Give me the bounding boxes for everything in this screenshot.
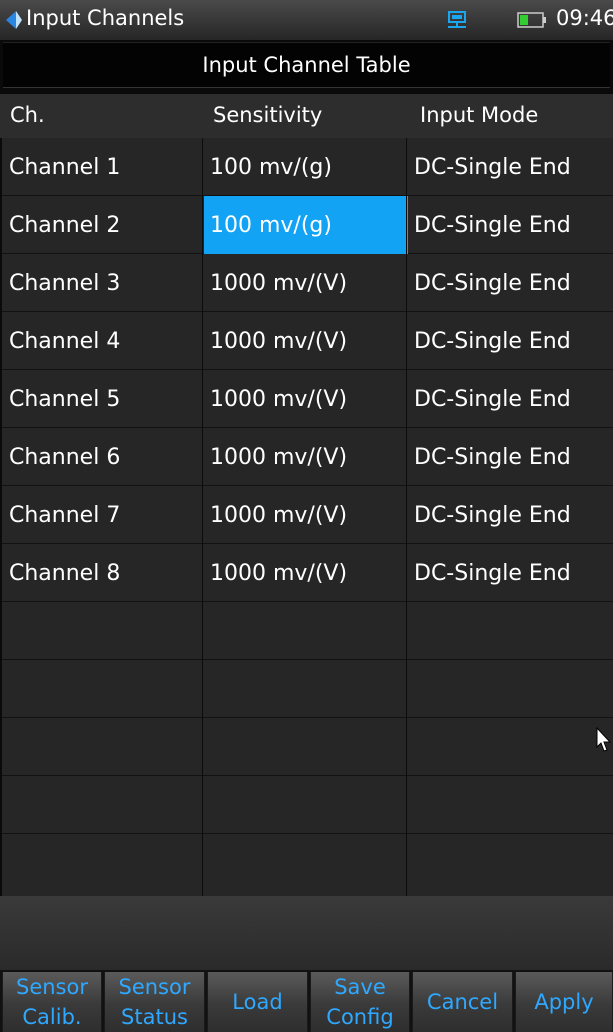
save-config-button[interactable]: Save Config (310, 972, 410, 1032)
column-header-channel: Ch. (10, 103, 45, 127)
softkey-label-line2: Config (326, 1005, 394, 1029)
content-footer-area (0, 896, 613, 970)
input-mode-cell[interactable]: DC-Single End (408, 428, 613, 486)
empty-table-row (2, 718, 613, 776)
channel-cell[interactable]: Channel 5 (2, 370, 203, 428)
app-title: Input Channels (26, 6, 185, 30)
table-row[interactable]: Channel 5 1000 mv/(V) DC-Single End (2, 370, 613, 428)
input-mode-cell[interactable]: DC-Single End (408, 544, 613, 602)
column-header-input-mode: Input Mode (420, 103, 539, 127)
softkey-label-line1: Sensor (16, 975, 88, 999)
apply-button[interactable]: Apply (515, 972, 613, 1032)
sensitivity-cell[interactable]: 1000 mv/(V) (204, 544, 408, 602)
sensitivity-cell[interactable]: 1000 mv/(V) (204, 370, 408, 428)
sensor-calib-button[interactable]: Sensor Calib. (2, 972, 102, 1032)
network-icon (448, 11, 466, 28)
softkey-label-line1: Load (232, 990, 283, 1014)
softkey-label-line1: Cancel (426, 990, 499, 1014)
table-row[interactable]: Channel 6 1000 mv/(V) DC-Single End (2, 428, 613, 486)
input-mode-cell[interactable]: DC-Single End (408, 312, 613, 370)
column-divider (202, 138, 203, 896)
screen: Input Channels 09:46 Input Channel Table… (0, 0, 613, 1032)
status-bar: Input Channels 09:46 (0, 0, 613, 40)
clock: 09:46 (556, 6, 613, 30)
channel-table: Channel 1 100 mv/(g) DC-Single End Chann… (2, 138, 613, 896)
table-row[interactable]: Channel 8 1000 mv/(V) DC-Single End (2, 544, 613, 602)
input-mode-cell[interactable]: DC-Single End (408, 196, 613, 254)
channel-cell[interactable]: Channel 8 (2, 544, 203, 602)
softkey-label-line1: Sensor (118, 975, 191, 999)
softkey-label-line1: Apply (534, 990, 594, 1014)
channel-cell[interactable]: Channel 4 (2, 312, 203, 370)
channel-cell[interactable]: Channel 7 (2, 486, 203, 544)
table-row[interactable]: Channel 2 100 mv/(g) DC-Single End (2, 196, 613, 254)
channel-cell[interactable]: Channel 6 (2, 428, 203, 486)
input-mode-cell[interactable]: DC-Single End (408, 486, 613, 544)
sensitivity-cell-selected[interactable]: 100 mv/(g) (204, 196, 408, 254)
softkey-label-line2: Status (121, 1005, 188, 1029)
sensitivity-cell[interactable]: 1000 mv/(V) (204, 486, 408, 544)
table-row[interactable]: Channel 1 100 mv/(g) DC-Single End (2, 138, 613, 196)
empty-table-row (2, 776, 613, 834)
battery-icon (517, 12, 546, 28)
input-mode-cell[interactable]: DC-Single End (408, 370, 613, 428)
sensitivity-cell[interactable]: 1000 mv/(V) (204, 312, 408, 370)
table-title-bar: Input Channel Table (3, 42, 610, 88)
empty-table-row (2, 660, 613, 718)
table-header: Ch. Sensitivity Input Mode (0, 94, 613, 138)
column-divider (406, 138, 407, 896)
sensitivity-cell[interactable]: 100 mv/(g) (204, 138, 408, 196)
channel-cell[interactable]: Channel 1 (2, 138, 203, 196)
cancel-button[interactable]: Cancel (412, 972, 513, 1032)
empty-table-row (2, 602, 613, 660)
table-row[interactable]: Channel 3 1000 mv/(V) DC-Single End (2, 254, 613, 312)
sensitivity-cell[interactable]: 1000 mv/(V) (204, 428, 408, 486)
table-title: Input Channel Table (202, 53, 411, 77)
back-arrow-icon[interactable] (4, 9, 24, 31)
input-mode-cell[interactable]: DC-Single End (408, 254, 613, 312)
channel-cell[interactable]: Channel 2 (2, 196, 203, 254)
table-row[interactable]: Channel 4 1000 mv/(V) DC-Single End (2, 312, 613, 370)
column-header-sensitivity: Sensitivity (213, 103, 323, 127)
sensor-status-button[interactable]: Sensor Status (104, 972, 205, 1032)
empty-table-row (2, 834, 613, 892)
sensitivity-cell[interactable]: 1000 mv/(V) (204, 254, 408, 312)
mouse-pointer-icon (596, 727, 612, 752)
softkey-bar: Sensor Calib. Sensor Status Load Save Co… (0, 970, 613, 1032)
softkey-label-line2: Calib. (22, 1005, 82, 1029)
table-row[interactable]: Channel 7 1000 mv/(V) DC-Single End (2, 486, 613, 544)
input-mode-cell[interactable]: DC-Single End (408, 138, 613, 196)
channel-cell[interactable]: Channel 3 (2, 254, 203, 312)
load-button[interactable]: Load (207, 972, 308, 1032)
softkey-label-line1: Save (334, 975, 386, 999)
